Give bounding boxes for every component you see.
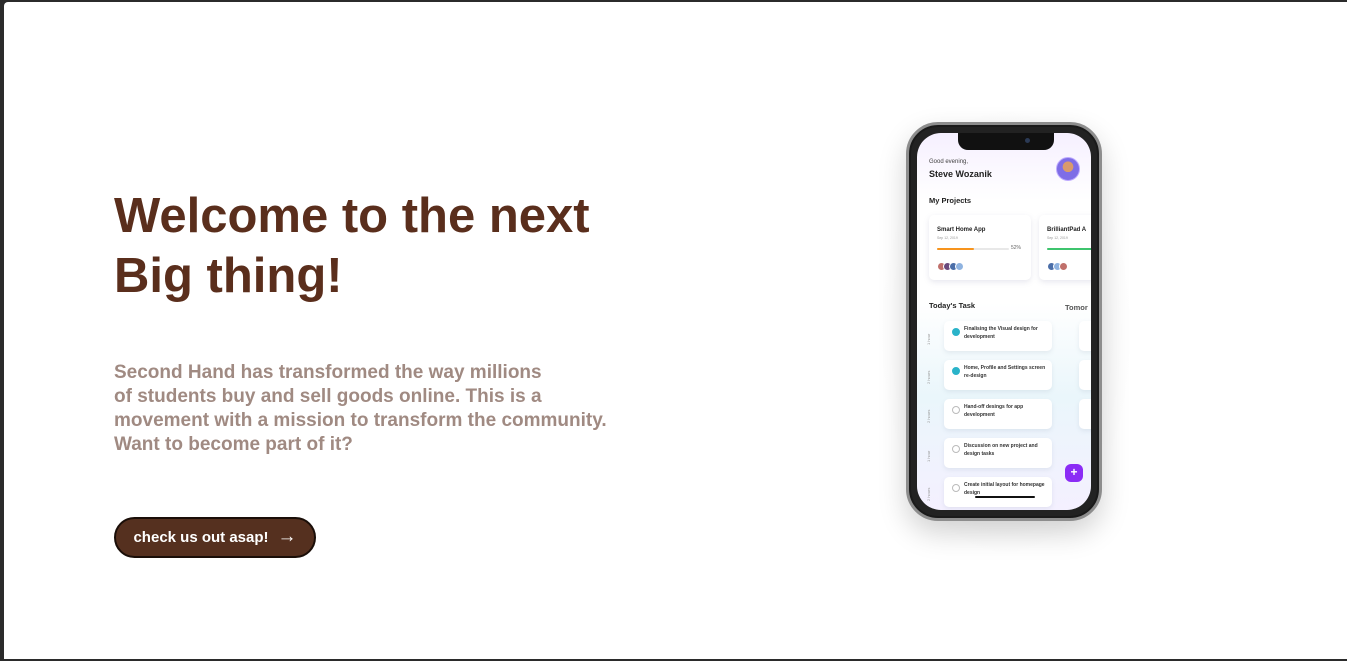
arrow-right-icon: → bbox=[277, 526, 297, 547]
checkbox-icon[interactable] bbox=[952, 484, 960, 492]
project-date: Sep 12, 2019 bbox=[937, 236, 958, 240]
project-progress-bar bbox=[937, 248, 1009, 250]
cta-label: check us out asap! bbox=[133, 529, 269, 546]
check-icon[interactable] bbox=[952, 367, 960, 375]
task-text: Create initial layout for homepage desig… bbox=[964, 482, 1045, 496]
tomorrow-task-item[interactable] bbox=[1079, 360, 1091, 390]
project-name: Smart Home App bbox=[937, 227, 986, 233]
tomorrow-task-title: Tomor bbox=[1065, 303, 1088, 312]
task-text: Home, Profile and Settings screen re-des… bbox=[964, 365, 1046, 379]
phone-mockup: Good evening, Steve Wozanik My Projects … bbox=[906, 122, 1102, 521]
hero-description-line: of students buy and sell goods online. T… bbox=[114, 386, 542, 407]
check-icon[interactable] bbox=[952, 328, 960, 336]
check-us-out-button[interactable]: check us out asap! → bbox=[114, 517, 316, 558]
my-projects-title: My Projects bbox=[929, 196, 972, 205]
hero-description-line: Second Hand has transformed the way mill… bbox=[114, 362, 542, 383]
project-members bbox=[937, 262, 964, 271]
project-progress-bar bbox=[1047, 248, 1091, 250]
project-card: Smart Home App Sep 12, 2019 52% bbox=[929, 215, 1031, 280]
task-text: Finalising the Visual design for develop… bbox=[964, 326, 1038, 340]
add-task-button[interactable]: + bbox=[1065, 464, 1083, 482]
project-date: Sep 12, 2019 bbox=[1047, 236, 1068, 240]
task-text: Hand-off desings for app development bbox=[964, 404, 1024, 418]
project-members bbox=[1047, 262, 1068, 271]
user-name: Steve Wozanik bbox=[929, 169, 992, 179]
task-hours: 2 hours bbox=[926, 370, 931, 384]
hero-description-line: movement with a mission to transform the… bbox=[114, 410, 607, 431]
project-percent: 52% bbox=[1011, 245, 1022, 251]
tomorrow-task-item[interactable] bbox=[1079, 399, 1091, 429]
task-item[interactable]: Finalising the Visual design for develop… bbox=[944, 321, 1052, 351]
task-hours: 2 hours bbox=[926, 487, 931, 501]
hero-description-line: Want to become part of it? bbox=[114, 434, 353, 455]
project-card: BrilliantPad A Sep 12, 2019 bbox=[1039, 215, 1091, 280]
task-text: Discussion on new project and design tas… bbox=[964, 443, 1038, 457]
todays-task-title: Today's Task bbox=[929, 301, 976, 310]
task-hours: 1 hour bbox=[926, 333, 931, 345]
task-item[interactable]: Hand-off desings for app development bbox=[944, 399, 1052, 429]
checkbox-icon[interactable] bbox=[952, 445, 960, 453]
task-item[interactable]: Discussion on new project and design tas… bbox=[944, 438, 1052, 468]
tomorrow-task-item[interactable] bbox=[1079, 321, 1091, 351]
task-item[interactable]: Home, Profile and Settings screen re-des… bbox=[944, 360, 1052, 390]
hero-title-line-1: Welcome to the next bbox=[114, 189, 590, 243]
hero-title: Welcome to the next Big thing! bbox=[114, 186, 674, 306]
phone-notch bbox=[958, 133, 1054, 150]
task-hours: 2 hours bbox=[926, 409, 931, 423]
task-item[interactable]: Create initial layout for homepage desig… bbox=[944, 477, 1052, 507]
avatar bbox=[1056, 157, 1080, 181]
phone-screen: Good evening, Steve Wozanik My Projects … bbox=[917, 133, 1091, 510]
hero-title-line-2: Big thing! bbox=[114, 249, 343, 303]
checkbox-icon[interactable] bbox=[952, 406, 960, 414]
greeting-text: Good evening, bbox=[929, 159, 969, 165]
task-hours: 1 hour bbox=[926, 450, 931, 462]
project-name: BrilliantPad A bbox=[1047, 227, 1087, 233]
home-indicator bbox=[975, 496, 1035, 498]
landing-page: Welcome to the next Big thing! Second Ha… bbox=[4, 2, 1347, 659]
hero-description: Second Hand has transformed the way mill… bbox=[114, 361, 674, 457]
